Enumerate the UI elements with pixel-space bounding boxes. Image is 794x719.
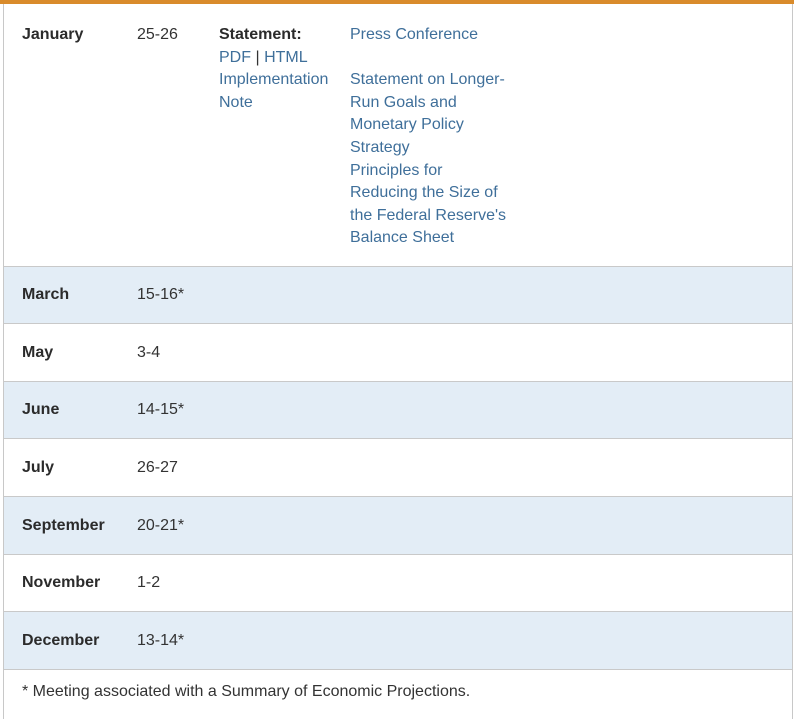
meeting-row-june: June 14-15*: [4, 382, 792, 439]
meeting-month: December: [22, 631, 100, 649]
longer-run-goals-line: Monetary Policy: [350, 116, 464, 134]
statement-html-link[interactable]: HTML: [264, 49, 308, 66]
meeting-month: January: [22, 26, 84, 43]
longer-run-goals-link[interactable]: Statement on Longer- Run Goals and Monet…: [350, 69, 515, 159]
meeting-row-january: January 25-26 Statement: PDF | HTML Impl…: [4, 4, 792, 267]
meeting-month: June: [22, 401, 60, 418]
meeting-dates: 15-16*: [137, 286, 185, 303]
implementation-note-line: Note: [219, 93, 253, 111]
meeting-month: July: [22, 458, 55, 476]
longer-run-goals-line: Statement on Longer-: [350, 71, 505, 89]
balance-sheet-principles-line: Principles for: [350, 161, 443, 179]
related-links-cell: Press Conference Statement on Longer- Ru…: [350, 24, 515, 250]
meeting-row-september: September 20-21*: [4, 497, 792, 555]
implementation-note-line: Implementation: [219, 71, 329, 89]
press-conference-link[interactable]: Press Conference: [350, 24, 515, 47]
statement-cell: Statement: PDF | HTML Implementation Not…: [219, 24, 339, 114]
meeting-dates: 14-15*: [137, 401, 185, 418]
meeting-dates: 1-2: [137, 574, 161, 591]
meeting-row-march: March 15-16*: [4, 267, 792, 324]
implementation-note-link[interactable]: Implementation Note: [219, 69, 339, 114]
meeting-row-november: November 1-2: [4, 555, 792, 612]
balance-sheet-principles-line: the Federal Reserve's: [350, 206, 507, 224]
statement-pdf-link[interactable]: PDF: [219, 49, 251, 66]
links-gap: [350, 47, 515, 70]
meeting-dates: 25-26: [137, 26, 178, 43]
balance-sheet-principles-line: Balance Sheet: [350, 229, 455, 247]
meeting-row-december: December 13-14*: [4, 612, 792, 670]
meeting-dates: 26-27: [137, 458, 178, 476]
meeting-month: November: [22, 574, 101, 591]
longer-run-goals-line: Run Goals and: [350, 93, 457, 111]
meeting-row-may: May 3-4: [4, 324, 792, 382]
meeting-calendar-panel: January 25-26 Statement: PDF | HTML Impl…: [3, 4, 793, 719]
meeting-dates: 20-21*: [137, 516, 185, 534]
meeting-dates: 13-14*: [137, 631, 185, 649]
balance-sheet-principles-line: Reducing the Size of: [350, 184, 498, 202]
longer-run-goals-line: Strategy: [350, 138, 410, 156]
meeting-row-july: July 26-27: [4, 439, 792, 497]
meeting-month: September: [22, 516, 105, 534]
meeting-dates: 3-4: [137, 343, 161, 361]
fomc-calendar-frame: January 25-26 Statement: PDF | HTML Impl…: [0, 0, 794, 719]
balance-sheet-principles-link[interactable]: Principles for Reducing the Size of the …: [350, 160, 515, 250]
statement-label: Statement:: [219, 26, 302, 43]
statement-format-links: PDF | HTML: [219, 47, 339, 70]
sep-footnote: * Meeting associated with a Summary of E…: [22, 683, 471, 700]
meeting-month: March: [22, 286, 70, 303]
link-separator: |: [255, 48, 260, 66]
meeting-month: May: [22, 343, 54, 361]
